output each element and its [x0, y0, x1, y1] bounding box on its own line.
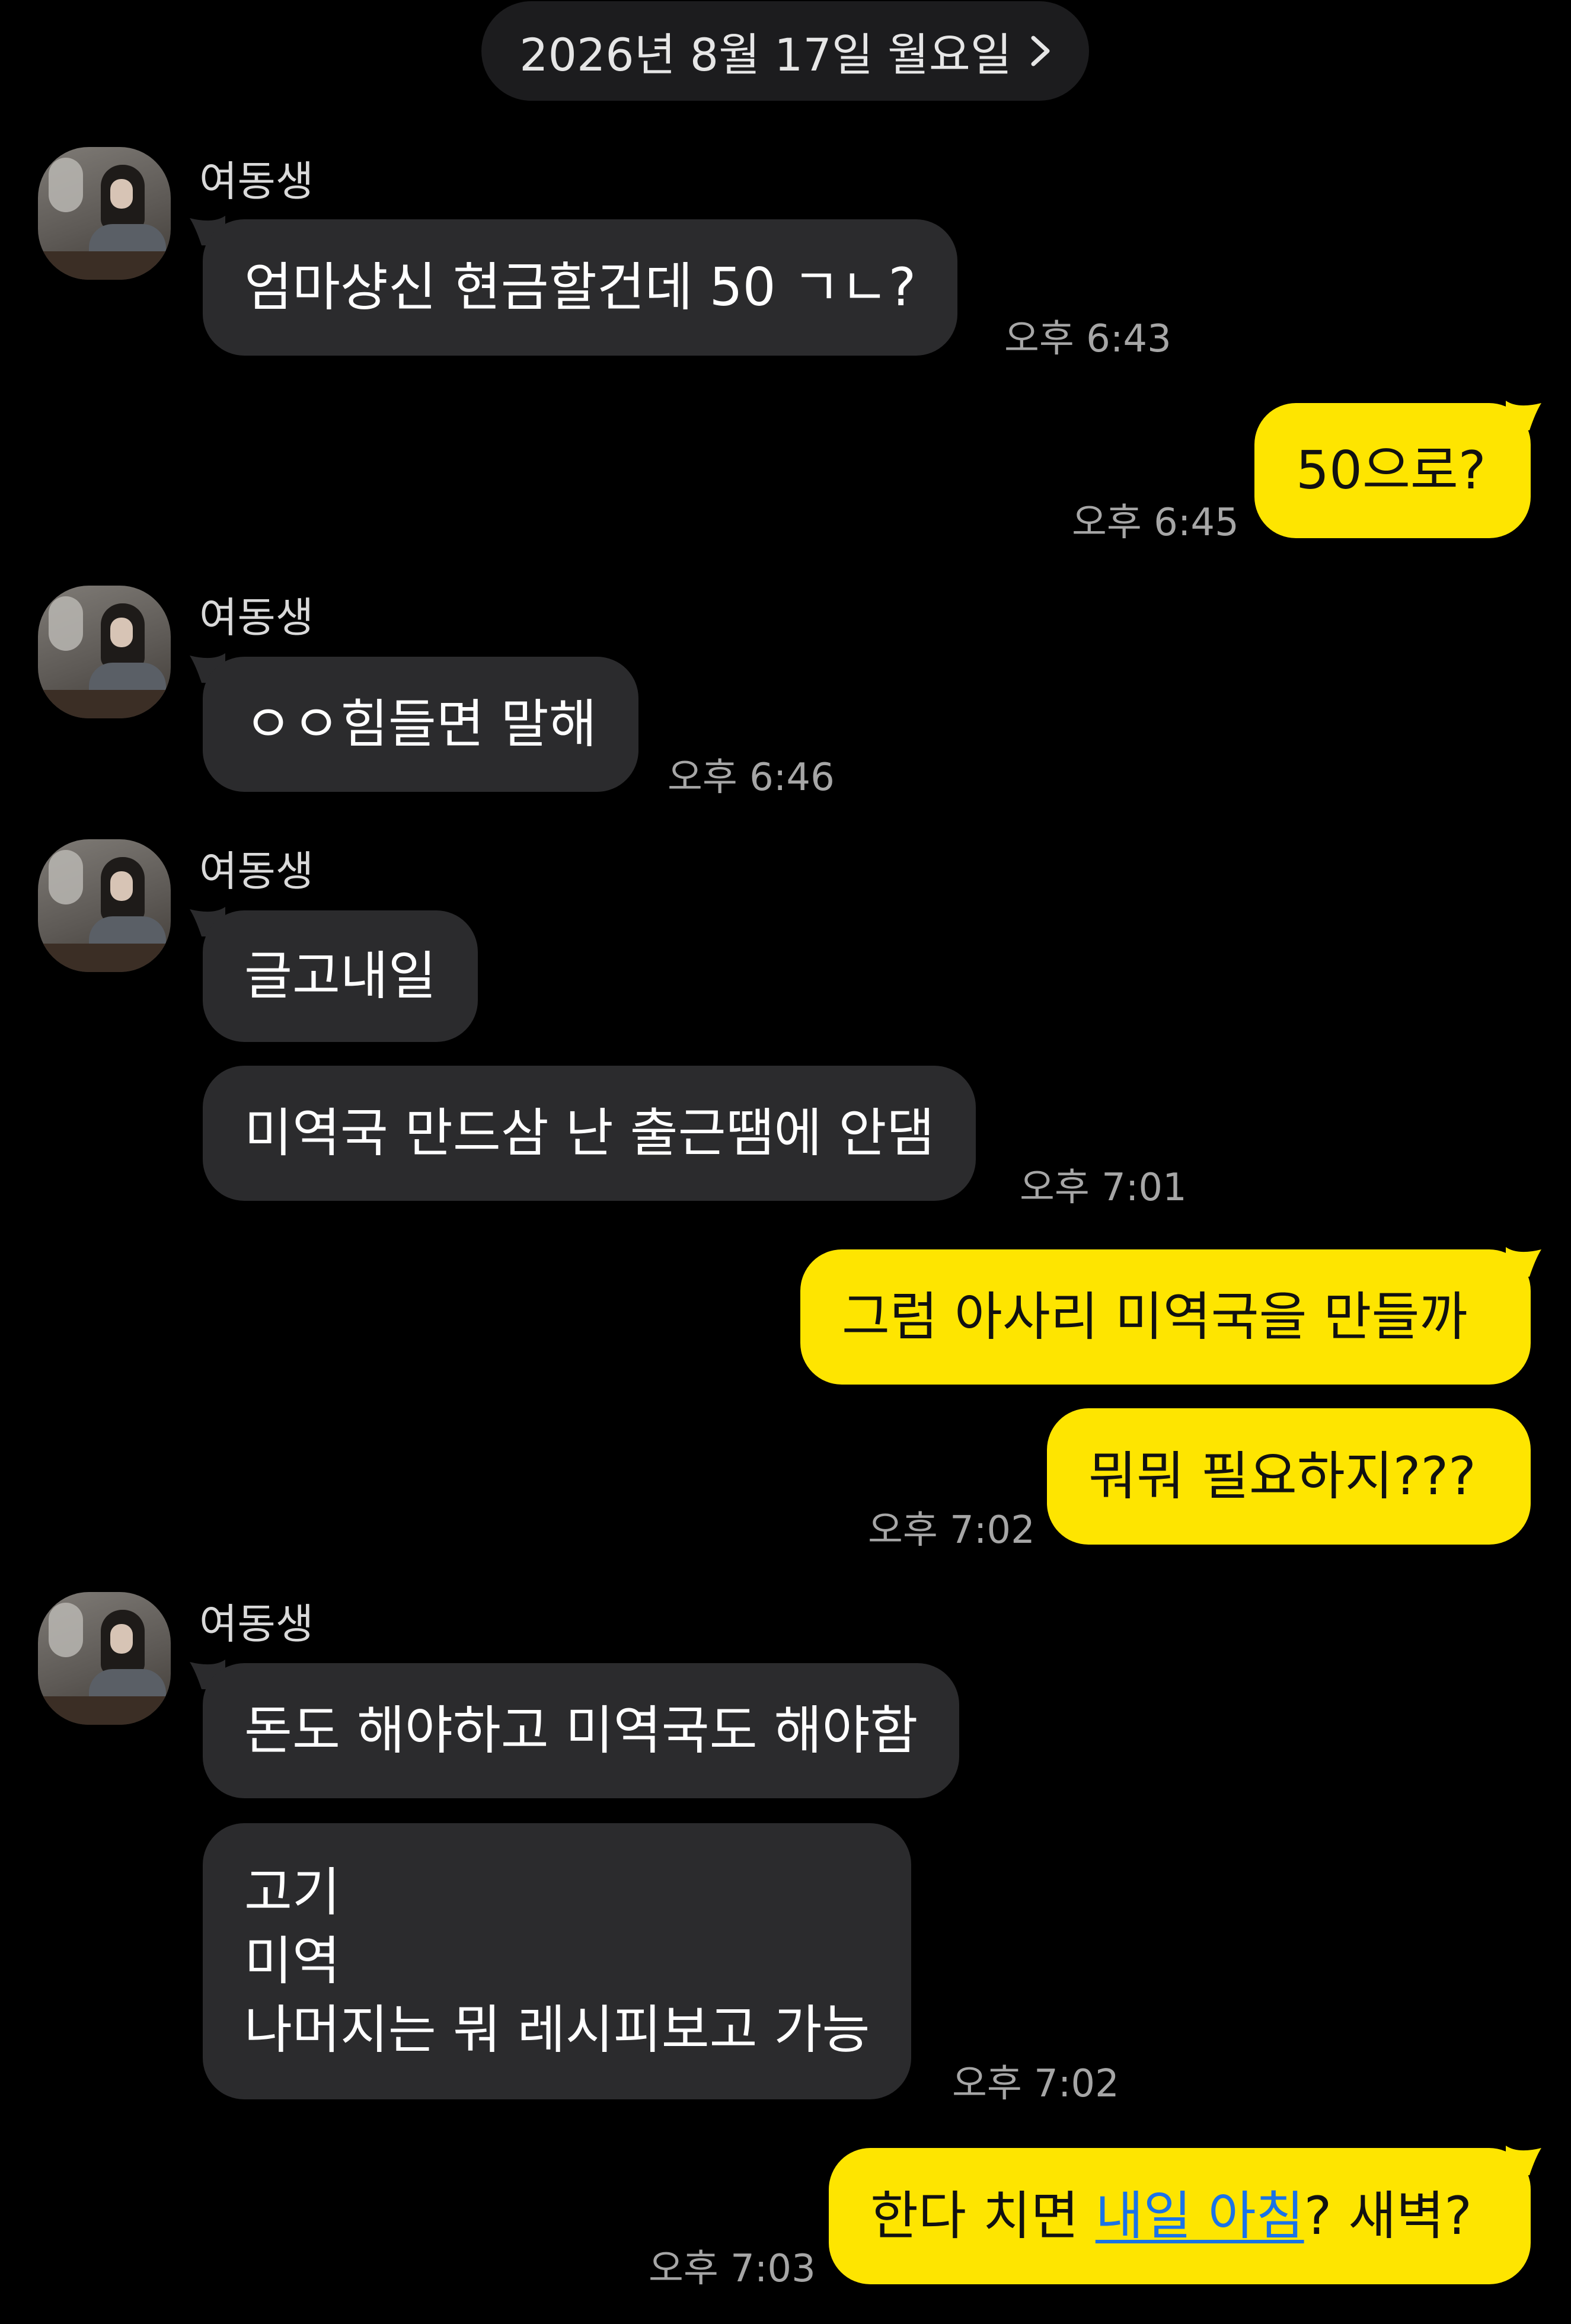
message-line: 미역: [244, 1930, 340, 1991]
sender-name: 여동생: [199, 1600, 314, 1648]
chevron-right-icon: [1031, 36, 1050, 66]
message-text: 한다 치면: [870, 2185, 1096, 2246]
message-line: 고기: [244, 1862, 340, 1923]
message-bubble-incoming[interactable]: 글고내일: [203, 910, 478, 1042]
message-line: 나머지는 뭐 레시피보고 가능: [244, 1999, 870, 2060]
avatar[interactable]: [38, 1592, 171, 1725]
message-timestamp: 오후 7:03: [649, 2247, 816, 2291]
sender-name: 여동생: [199, 847, 314, 896]
message-bubble-outgoing[interactable]: 50으로?: [1254, 403, 1531, 538]
message-timestamp: 오후 7:02: [952, 2062, 1119, 2106]
date-header[interactable]: 2026년 8월 17일 월요일: [481, 1, 1089, 101]
message-text: ? 새벽?: [1304, 2185, 1472, 2246]
message-bubble-incoming[interactable]: 고기 미역 나머지는 뭐 레시피보고 가능: [203, 1823, 912, 2099]
date-header-label: 2026년 8월 17일 월요일: [519, 28, 1012, 81]
message-bubble-outgoing[interactable]: 뭐뭐 필요하지???: [1047, 1408, 1531, 1545]
avatar[interactable]: [38, 839, 171, 972]
avatar[interactable]: [38, 586, 171, 718]
message-bubble-incoming[interactable]: 돈도 해야하고 미역국도 해야함: [203, 1663, 960, 1798]
message-bubble-outgoing[interactable]: 한다 치면 내일 아침? 새벽?: [829, 2148, 1531, 2284]
message-bubble-outgoing[interactable]: 그럼 아사리 미역국을 만들까: [800, 1249, 1531, 1385]
date-link[interactable]: 내일 아침: [1096, 2182, 1304, 2251]
message-bubble-incoming[interactable]: ㅇㅇ힘들면 말해: [203, 657, 638, 792]
message-timestamp: 오후 6:45: [1072, 501, 1239, 545]
message-timestamp: 오후 6:46: [668, 756, 835, 800]
message-timestamp: 오후 6:43: [1004, 317, 1171, 361]
message-bubble-incoming[interactable]: 미역국 만드삼 난 출근땜에 안댐: [203, 1066, 976, 1201]
message-bubble-incoming[interactable]: 엄마샹신 현금할건데 50 ㄱㄴ?: [203, 219, 958, 356]
message-timestamp: 오후 7:02: [868, 1508, 1035, 1552]
avatar[interactable]: [38, 147, 171, 280]
sender-name: 여동생: [199, 593, 314, 642]
message-timestamp: 오후 7:01: [1020, 1166, 1187, 1210]
sender-name: 여동생: [199, 157, 314, 206]
